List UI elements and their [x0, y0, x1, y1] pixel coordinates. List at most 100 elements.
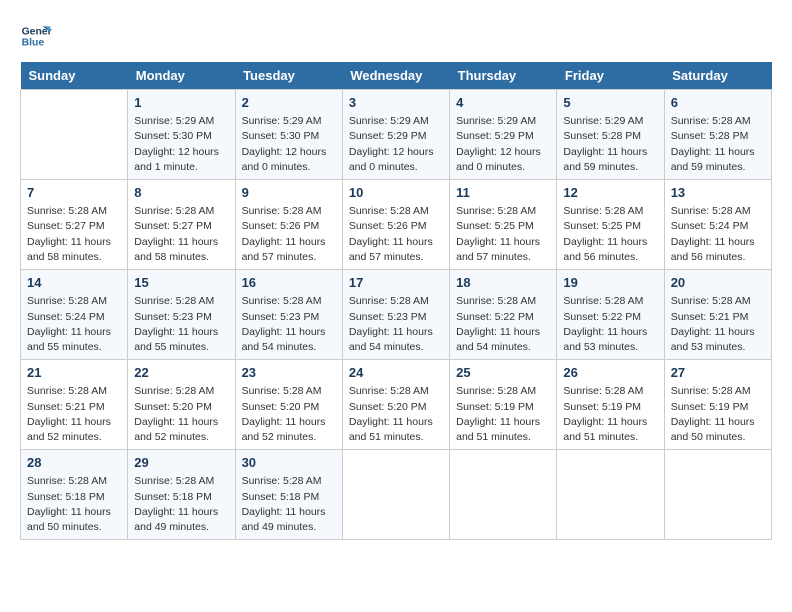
day-info: Sunrise: 5:28 AM Sunset: 5:18 PM Dayligh…	[134, 474, 228, 535]
day-info: Sunrise: 5:28 AM Sunset: 5:25 PM Dayligh…	[456, 204, 550, 265]
day-info: Sunrise: 5:28 AM Sunset: 5:23 PM Dayligh…	[349, 294, 443, 355]
day-info: Sunrise: 5:28 AM Sunset: 5:18 PM Dayligh…	[242, 474, 336, 535]
day-info: Sunrise: 5:28 AM Sunset: 5:27 PM Dayligh…	[134, 204, 228, 265]
calendar-cell: 6 Sunrise: 5:28 AM Sunset: 5:28 PM Daylig…	[664, 90, 771, 180]
calendar-table: SundayMondayTuesdayWednesdayThursdayFrid…	[20, 62, 772, 540]
day-info: Sunrise: 5:28 AM Sunset: 5:22 PM Dayligh…	[456, 294, 550, 355]
calendar-week-row: 21 Sunrise: 5:28 AM Sunset: 5:21 PM Dayli…	[21, 360, 772, 450]
day-number: 6	[671, 94, 765, 112]
day-number: 7	[27, 184, 121, 202]
day-info: Sunrise: 5:29 AM Sunset: 5:29 PM Dayligh…	[456, 114, 550, 175]
day-info: Sunrise: 5:28 AM Sunset: 5:19 PM Dayligh…	[563, 384, 657, 445]
calendar-cell: 14 Sunrise: 5:28 AM Sunset: 5:24 PM Dayli…	[21, 270, 128, 360]
calendar-cell: 29 Sunrise: 5:28 AM Sunset: 5:18 PM Dayli…	[128, 450, 235, 540]
logo-icon: General Blue	[20, 20, 52, 52]
calendar-cell: 11 Sunrise: 5:28 AM Sunset: 5:25 PM Dayli…	[450, 180, 557, 270]
day-number: 28	[27, 454, 121, 472]
calendar-cell: 30 Sunrise: 5:28 AM Sunset: 5:18 PM Dayli…	[235, 450, 342, 540]
day-info: Sunrise: 5:28 AM Sunset: 5:18 PM Dayligh…	[27, 474, 121, 535]
day-info: Sunrise: 5:28 AM Sunset: 5:23 PM Dayligh…	[242, 294, 336, 355]
calendar-cell: 2 Sunrise: 5:29 AM Sunset: 5:30 PM Daylig…	[235, 90, 342, 180]
day-number: 29	[134, 454, 228, 472]
calendar-cell: 9Sunrise: 5:28 AM Sunset: 5:26 PM Daylig…	[235, 180, 342, 270]
calendar-week-row: 1 Sunrise: 5:29 AM Sunset: 5:30 PM Daylig…	[21, 90, 772, 180]
day-number: 16	[242, 274, 336, 292]
calendar-week-row: 7 Sunrise: 5:28 AM Sunset: 5:27 PM Daylig…	[21, 180, 772, 270]
calendar-cell	[557, 450, 664, 540]
calendar-cell: 3 Sunrise: 5:29 AM Sunset: 5:29 PM Daylig…	[342, 90, 449, 180]
calendar-header-row: SundayMondayTuesdayWednesdayThursdayFrid…	[21, 62, 772, 90]
day-info: Sunrise: 5:28 AM Sunset: 5:22 PM Dayligh…	[563, 294, 657, 355]
calendar-cell: 24 Sunrise: 5:28 AM Sunset: 5:20 PM Dayli…	[342, 360, 449, 450]
weekday-header: Tuesday	[235, 62, 342, 90]
calendar-cell	[664, 450, 771, 540]
calendar-cell: 16 Sunrise: 5:28 AM Sunset: 5:23 PM Dayli…	[235, 270, 342, 360]
day-number: 15	[134, 274, 228, 292]
logo: General Blue	[20, 20, 56, 52]
day-info: Sunrise: 5:29 AM Sunset: 5:30 PM Dayligh…	[242, 114, 336, 175]
calendar-cell: 7 Sunrise: 5:28 AM Sunset: 5:27 PM Daylig…	[21, 180, 128, 270]
day-number: 10	[349, 184, 443, 202]
weekday-header: Monday	[128, 62, 235, 90]
calendar-cell: 25 Sunrise: 5:28 AM Sunset: 5:19 PM Dayli…	[450, 360, 557, 450]
calendar-body: 1 Sunrise: 5:29 AM Sunset: 5:30 PM Daylig…	[21, 90, 772, 540]
day-info: Sunrise: 5:28 AM Sunset: 5:20 PM Dayligh…	[134, 384, 228, 445]
calendar-cell: 4 Sunrise: 5:29 AM Sunset: 5:29 PM Daylig…	[450, 90, 557, 180]
day-number: 2	[242, 94, 336, 112]
day-number: 19	[563, 274, 657, 292]
day-number: 14	[27, 274, 121, 292]
calendar-cell: 19 Sunrise: 5:28 AM Sunset: 5:22 PM Dayli…	[557, 270, 664, 360]
svg-text:Blue: Blue	[22, 38, 45, 49]
day-info: Sunrise: 5:28 AM Sunset: 5:24 PM Dayligh…	[671, 204, 765, 265]
calendar-cell: 27Sunrise: 5:28 AM Sunset: 5:19 PM Dayli…	[664, 360, 771, 450]
day-info: Sunrise: 5:28 AM Sunset: 5:27 PM Dayligh…	[27, 204, 121, 265]
day-info: Sunrise: 5:28 AM Sunset: 5:28 PM Dayligh…	[671, 114, 765, 175]
day-info: Sunrise: 5:28 AM Sunset: 5:19 PM Dayligh…	[456, 384, 550, 445]
day-number: 21	[27, 364, 121, 382]
day-number: 18	[456, 274, 550, 292]
day-info: Sunrise: 5:28 AM Sunset: 5:21 PM Dayligh…	[27, 384, 121, 445]
day-number: 20	[671, 274, 765, 292]
day-number: 8	[134, 184, 228, 202]
day-number: 23	[242, 364, 336, 382]
day-info: Sunrise: 5:28 AM Sunset: 5:24 PM Dayligh…	[27, 294, 121, 355]
calendar-cell: 10Sunrise: 5:28 AM Sunset: 5:26 PM Dayli…	[342, 180, 449, 270]
calendar-cell: 13 Sunrise: 5:28 AM Sunset: 5:24 PM Dayli…	[664, 180, 771, 270]
calendar-cell: 18 Sunrise: 5:28 AM Sunset: 5:22 PM Dayli…	[450, 270, 557, 360]
day-number: 26	[563, 364, 657, 382]
calendar-cell: 22 Sunrise: 5:28 AM Sunset: 5:20 PM Dayli…	[128, 360, 235, 450]
day-number: 22	[134, 364, 228, 382]
day-number: 5	[563, 94, 657, 112]
day-info: Sunrise: 5:28 AM Sunset: 5:21 PM Dayligh…	[671, 294, 765, 355]
calendar-cell: 26 Sunrise: 5:28 AM Sunset: 5:19 PM Dayli…	[557, 360, 664, 450]
calendar-cell	[342, 450, 449, 540]
day-info: Sunrise: 5:28 AM Sunset: 5:20 PM Dayligh…	[349, 384, 443, 445]
day-number: 11	[456, 184, 550, 202]
calendar-cell: 1 Sunrise: 5:29 AM Sunset: 5:30 PM Daylig…	[128, 90, 235, 180]
calendar-cell	[450, 450, 557, 540]
day-number: 1	[134, 94, 228, 112]
calendar-cell: 21 Sunrise: 5:28 AM Sunset: 5:21 PM Dayli…	[21, 360, 128, 450]
day-info: Sunrise: 5:29 AM Sunset: 5:30 PM Dayligh…	[134, 114, 228, 175]
calendar-cell	[21, 90, 128, 180]
day-number: 4	[456, 94, 550, 112]
weekday-header: Saturday	[664, 62, 771, 90]
calendar-cell: 15Sunrise: 5:28 AM Sunset: 5:23 PM Dayli…	[128, 270, 235, 360]
day-number: 30	[242, 454, 336, 472]
weekday-header: Friday	[557, 62, 664, 90]
day-number: 25	[456, 364, 550, 382]
calendar-cell: 28 Sunrise: 5:28 AM Sunset: 5:18 PM Dayli…	[21, 450, 128, 540]
calendar-cell: 23Sunrise: 5:28 AM Sunset: 5:20 PM Dayli…	[235, 360, 342, 450]
calendar-week-row: 28 Sunrise: 5:28 AM Sunset: 5:18 PM Dayli…	[21, 450, 772, 540]
day-number: 24	[349, 364, 443, 382]
day-number: 3	[349, 94, 443, 112]
day-info: Sunrise: 5:28 AM Sunset: 5:19 PM Dayligh…	[671, 384, 765, 445]
calendar-cell: 8 Sunrise: 5:28 AM Sunset: 5:27 PM Daylig…	[128, 180, 235, 270]
calendar-cell: 20 Sunrise: 5:28 AM Sunset: 5:21 PM Dayli…	[664, 270, 771, 360]
day-info: Sunrise: 5:29 AM Sunset: 5:29 PM Dayligh…	[349, 114, 443, 175]
calendar-cell: 17Sunrise: 5:28 AM Sunset: 5:23 PM Dayli…	[342, 270, 449, 360]
calendar-cell: 5Sunrise: 5:29 AM Sunset: 5:28 PM Daylig…	[557, 90, 664, 180]
day-number: 13	[671, 184, 765, 202]
page-header: General Blue	[20, 20, 772, 52]
day-number: 9	[242, 184, 336, 202]
